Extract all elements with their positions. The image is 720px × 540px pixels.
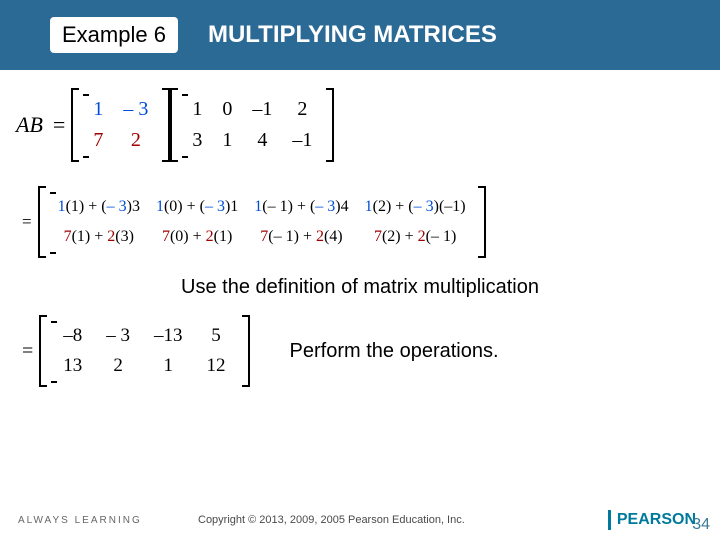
pearson-logo: PEARSON xyxy=(608,510,696,530)
example-chip: Example 6 xyxy=(50,17,178,53)
matrix-cell: 3 xyxy=(182,125,212,156)
matrix-cell: 5 xyxy=(195,321,238,351)
matrix-cell: – 3 xyxy=(94,321,142,351)
slide-title: MULTIPLYING MATRICES xyxy=(208,21,497,49)
matrix-cell: 1(– 1) + (– 3)4 xyxy=(246,192,356,222)
matrix-cell: –1 xyxy=(282,125,322,156)
slide-footer: ALWAYS LEARNING Copyright © 2013, 2009, … xyxy=(0,500,720,540)
matrix-b: 1 0 –1 2 3 1 4 –1 xyxy=(170,88,334,162)
matrix-cell: 2 xyxy=(113,125,158,156)
matrix-cell: 1 xyxy=(182,94,212,125)
caption-definition: Use the definition of matrix multiplicat… xyxy=(16,276,704,299)
matrix-cell: 7(2) + 2(– 1) xyxy=(357,222,474,252)
matrix-cell: –8 xyxy=(51,321,94,351)
copyright-text: Copyright © 2013, 2009, 2005 Pearson Edu… xyxy=(198,514,465,526)
matrix-cell: –1 xyxy=(242,94,282,125)
matrix-cell: 7(– 1) + 2(4) xyxy=(246,222,356,252)
matrix-a: 1 – 3 7 2 xyxy=(71,88,170,162)
matrix-cell: 2 xyxy=(282,94,322,125)
matrix-cell: 1(2) + (– 3)(–1) xyxy=(357,192,474,222)
matrix-cell: 7(0) + 2(1) xyxy=(148,222,246,252)
matrix-cell: 2 xyxy=(94,351,142,381)
pearson-bar-icon xyxy=(608,510,611,530)
matrix-cell: 1(0) + (– 3)1 xyxy=(148,192,246,222)
matrix-result: –8 – 3 –13 5 13 2 1 12 xyxy=(39,315,249,387)
matrix-cell: 7(1) + 2(3) xyxy=(50,222,148,252)
always-learning-label: ALWAYS LEARNING xyxy=(18,515,188,526)
matrix-cell: 12 xyxy=(195,351,238,381)
equation-ab: AB = 1 – 3 7 2 1 0 –1 xyxy=(16,88,704,162)
matrix-cell: –13 xyxy=(142,321,195,351)
equals-sign: = xyxy=(22,212,32,232)
slide-header: Example 6 MULTIPLYING MATRICES xyxy=(0,0,720,70)
equals-sign: = xyxy=(22,340,33,363)
ab-label: AB xyxy=(16,112,43,138)
matrix-cell: – 3 xyxy=(113,94,158,125)
matrix-cell: 4 xyxy=(242,125,282,156)
pearson-brand-text: PEARSON xyxy=(617,511,696,529)
matrix-cell: 1 xyxy=(212,125,242,156)
slide-content: AB = 1 – 3 7 2 1 0 –1 xyxy=(0,70,720,387)
matrix-cell: 1 xyxy=(83,94,113,125)
matrix-expanded: 1(1) + (– 3)31(0) + (– 3)11(– 1) + (– 3)… xyxy=(38,186,486,258)
equals-sign: = xyxy=(53,112,65,138)
matrix-cell: 1 xyxy=(142,351,195,381)
page-number: 34 xyxy=(692,516,710,534)
caption-perform: Perform the operations. xyxy=(290,340,499,363)
matrix-cell: 1(1) + (– 3)3 xyxy=(50,192,148,222)
matrix-cell: 7 xyxy=(83,125,113,156)
matrix-cell: 0 xyxy=(212,94,242,125)
equation-expanded: = 1(1) + (– 3)31(0) + (– 3)11(– 1) + (– … xyxy=(16,186,704,258)
equation-result: = –8 – 3 –13 5 13 2 1 12 xyxy=(16,315,250,387)
matrix-cell: 13 xyxy=(51,351,94,381)
